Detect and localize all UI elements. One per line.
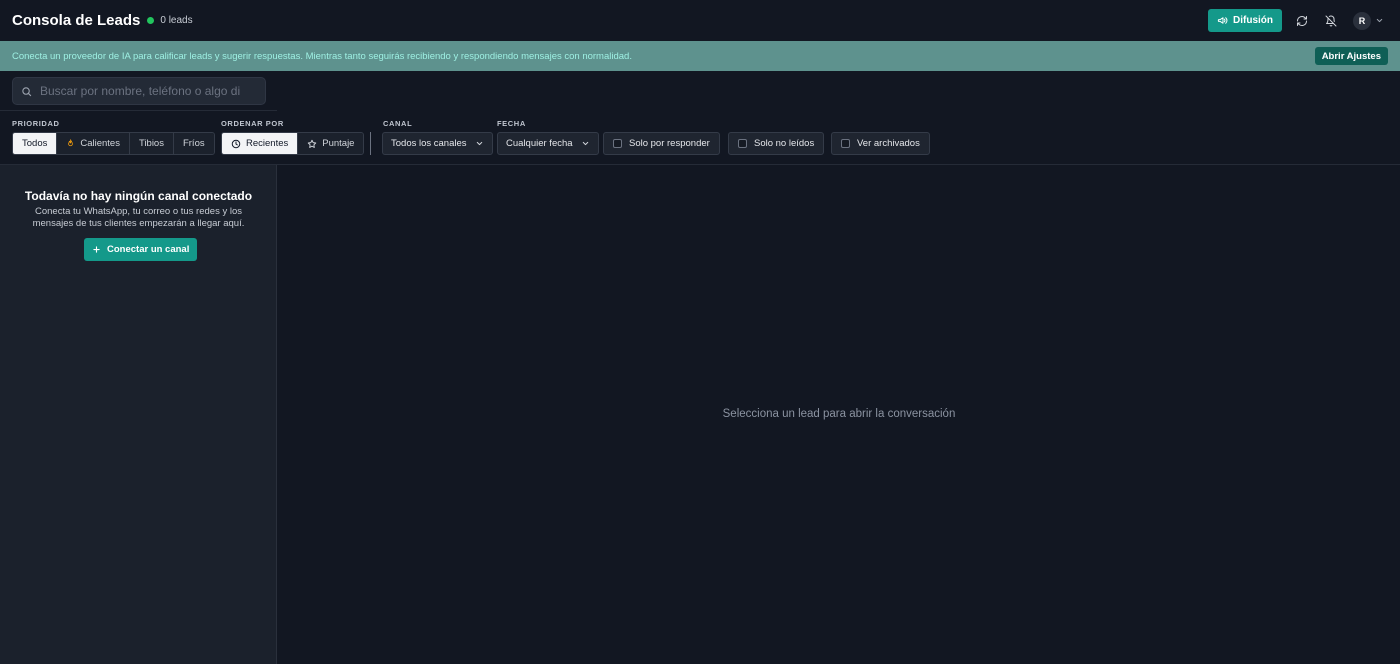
connect-channel-button[interactable]: Conectar un canal xyxy=(84,238,198,261)
channel-filter-label: CANAL xyxy=(383,119,413,128)
chevron-down-icon xyxy=(582,141,588,146)
conversation-pane: Selecciona un lead para abrir la convers… xyxy=(278,165,1400,664)
sort-option-recent-label: Recientes xyxy=(246,138,289,149)
sort-option-recent[interactable]: Recientes xyxy=(222,133,299,154)
unread-only-checkbox[interactable] xyxy=(738,139,747,148)
sort-option-score-label: Puntaje xyxy=(322,138,355,149)
leads-sidebar: Todavía no hay ningún canal conectado Co… xyxy=(0,165,277,664)
broadcast-button[interactable]: Difusión xyxy=(1208,9,1282,32)
priority-option-cold[interactable]: Fríos xyxy=(173,133,214,154)
search-input[interactable] xyxy=(40,84,240,98)
notifications-toggle-button[interactable] xyxy=(1322,12,1340,30)
header-actions: Difusión R xyxy=(1208,9,1388,32)
search-icon xyxy=(22,86,32,96)
ai-provider-banner: Conecta un proveedor de IA para califica… xyxy=(0,41,1400,71)
filter-divider xyxy=(370,132,371,155)
chevron-down-icon xyxy=(476,141,482,146)
date-filter-label: FECHA xyxy=(497,119,526,128)
unanswered-only-toggle[interactable]: Solo por responder xyxy=(603,132,720,155)
empty-state-description: Conecta tu WhatsApp, tu correo o tus red… xyxy=(32,206,245,229)
plus-icon xyxy=(93,246,100,253)
open-settings-button[interactable]: Abrir Ajustes xyxy=(1314,47,1388,65)
priority-option-hot-label: Calientes xyxy=(80,138,120,149)
channel-select[interactable]: Todos los canales xyxy=(382,132,493,155)
megaphone-icon xyxy=(1217,17,1228,24)
refresh-button[interactable] xyxy=(1293,12,1311,30)
show-archived-label: Ver archivados xyxy=(857,138,920,149)
refresh-icon xyxy=(1297,15,1307,26)
status-indicator xyxy=(147,17,155,24)
date-select-value: Cualquier fecha xyxy=(506,138,573,149)
page-title: Consola de Leads xyxy=(12,12,141,29)
chevron-down-icon xyxy=(1376,18,1383,23)
search-divider xyxy=(0,110,277,111)
show-archived-toggle[interactable]: Ver archivados xyxy=(831,132,930,155)
unread-only-label: Solo no leídos xyxy=(754,138,815,149)
clock-icon xyxy=(231,139,241,148)
connect-channel-label: Conectar un canal xyxy=(107,244,190,255)
priority-option-hot[interactable]: Calientes xyxy=(57,133,130,154)
empty-state-title: Todavía no hay ningún canal conectado xyxy=(24,189,253,203)
priority-option-warm[interactable]: Tibios xyxy=(129,133,174,154)
app-header: Consola de Leads 0 leads Difusión R xyxy=(0,0,1400,41)
search-box[interactable] xyxy=(12,77,266,105)
broadcast-label: Difusión xyxy=(1233,15,1273,26)
sort-filter: Recientes Puntaje xyxy=(221,132,365,155)
priority-option-all[interactable]: Todos xyxy=(13,133,58,154)
conversation-placeholder: Selecciona un lead para abrir la convers… xyxy=(722,408,956,420)
unread-only-toggle[interactable]: Solo no leídos xyxy=(728,132,825,155)
sort-option-score[interactable]: Puntaje xyxy=(298,133,364,154)
avatar: R xyxy=(1353,11,1371,30)
show-archived-checkbox[interactable] xyxy=(841,139,850,148)
bell-off-icon xyxy=(1325,15,1337,26)
priority-filter-label: PRIORIDAD xyxy=(12,119,60,128)
sort-filter-label: ORDENAR POR xyxy=(221,119,284,128)
date-select[interactable]: Cualquier fecha xyxy=(497,132,599,155)
channel-select-value: Todos los canales xyxy=(391,138,467,149)
banner-message: Conecta un proveedor de IA para califica… xyxy=(12,50,632,62)
flame-icon xyxy=(68,139,74,147)
unanswered-only-label: Solo por responder xyxy=(629,138,710,149)
star-icon xyxy=(308,139,317,148)
user-menu[interactable]: R xyxy=(1353,11,1384,30)
unanswered-only-checkbox[interactable] xyxy=(613,139,622,148)
lead-count-badge: 0 leads xyxy=(160,15,193,26)
priority-filter: Todos Calientes Tibios Fríos xyxy=(12,132,215,155)
